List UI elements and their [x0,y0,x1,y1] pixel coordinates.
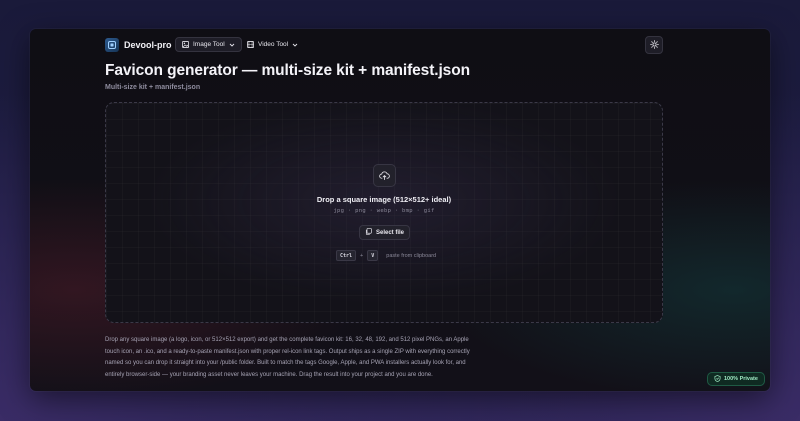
image-tool-label: Image Tool [193,41,225,48]
image-icon [182,41,189,48]
dropzone-title: Drop a square image (512×512+ ideal) [316,195,452,204]
paste-shortcut-hint: Ctrl + V paste from clipboard [336,250,436,261]
shield-check-icon [714,374,721,384]
brand[interactable]: Devool-pro [105,38,172,52]
ctrl-key: Ctrl [336,250,357,261]
video-tool-label: Video Tool [258,41,289,48]
page-subtitle: Multi-size kit + manifest.json [105,84,201,91]
brand-name: Devool-pro [124,40,172,50]
top-navigation-bar: Devool-pro Image Tool Video Tool [30,29,770,61]
privacy-badge: 100% Private [707,372,765,386]
v-key: V [367,250,379,261]
privacy-badge-label: 100% Private [724,376,758,382]
app-window: Devool-pro Image Tool Video Tool Favicon… [30,29,770,391]
select-file-label: Select file [375,229,404,236]
brand-logo-icon [105,38,119,52]
file-copy-icon [365,228,372,237]
tool-description: Drop any square image (a logo, icon, or … [105,337,470,378]
cloud-upload-icon [373,164,396,187]
sun-icon [649,36,659,54]
theme-toggle-button[interactable] [645,36,663,54]
film-icon [247,41,254,48]
supported-formats: jpg · png · webp · bmp · gif [333,208,435,214]
paste-hint-text: paste from clipboard [386,252,437,259]
plus-separator: + [360,252,364,259]
video-tool-menu[interactable]: Video Tool [241,37,304,52]
chevron-down-icon [229,42,235,48]
image-tool-menu[interactable]: Image Tool [175,37,242,52]
image-dropzone[interactable]: Drop a square image (512×512+ ideal) jpg… [105,102,663,323]
chevron-down-icon [292,42,298,48]
page-title: Favicon generator — multi-size kit + man… [105,62,470,79]
select-file-button[interactable]: Select file [359,225,410,240]
